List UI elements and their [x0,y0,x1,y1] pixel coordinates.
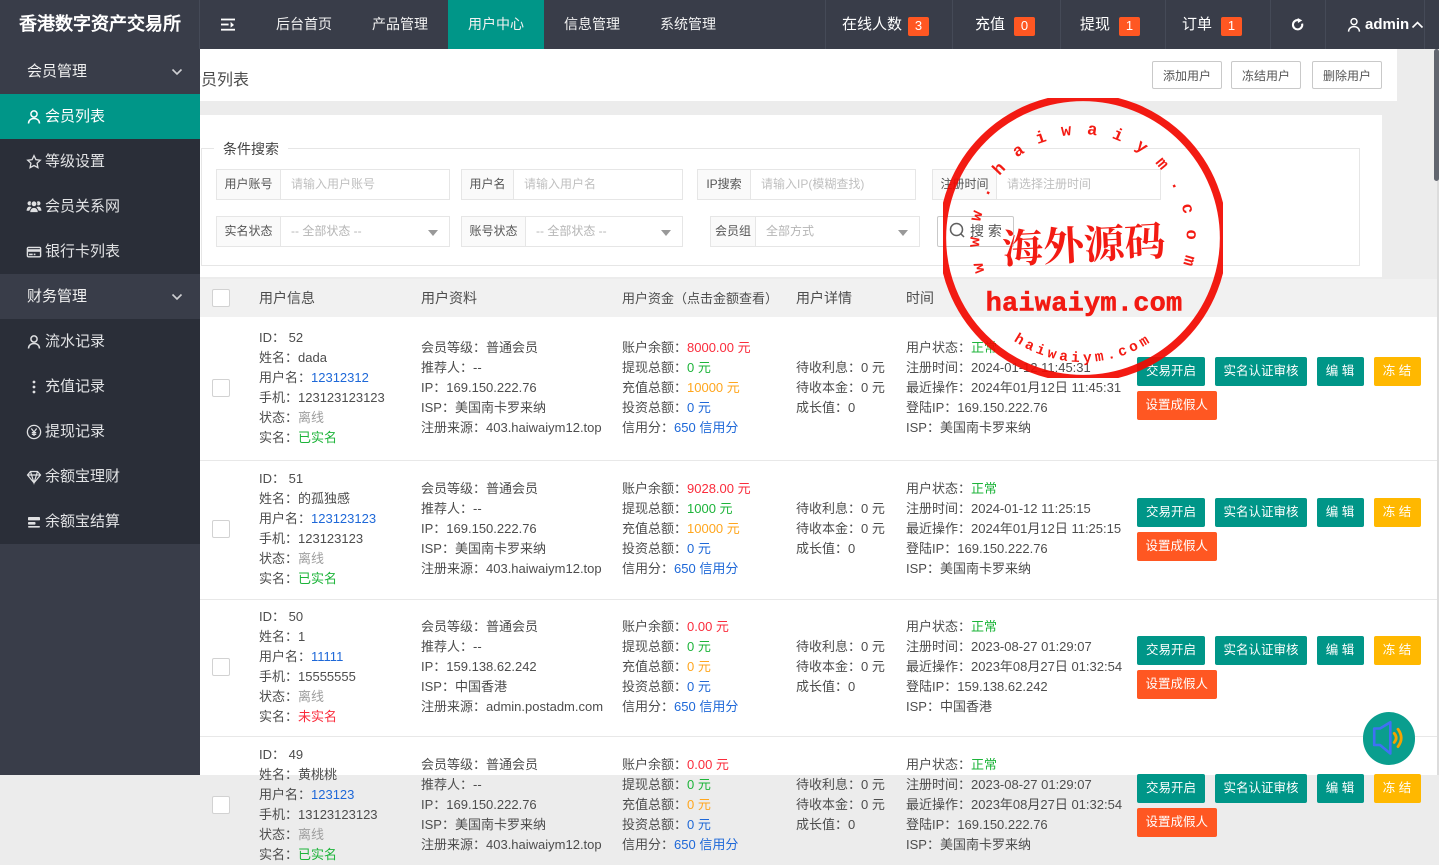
svg-text:haiwaiym.com: haiwaiym.com [1010,331,1155,367]
svg-text:haiwaiym.com: haiwaiym.com [985,290,1182,320]
svg-text:海外源码: 海外源码 [1000,210,1166,275]
